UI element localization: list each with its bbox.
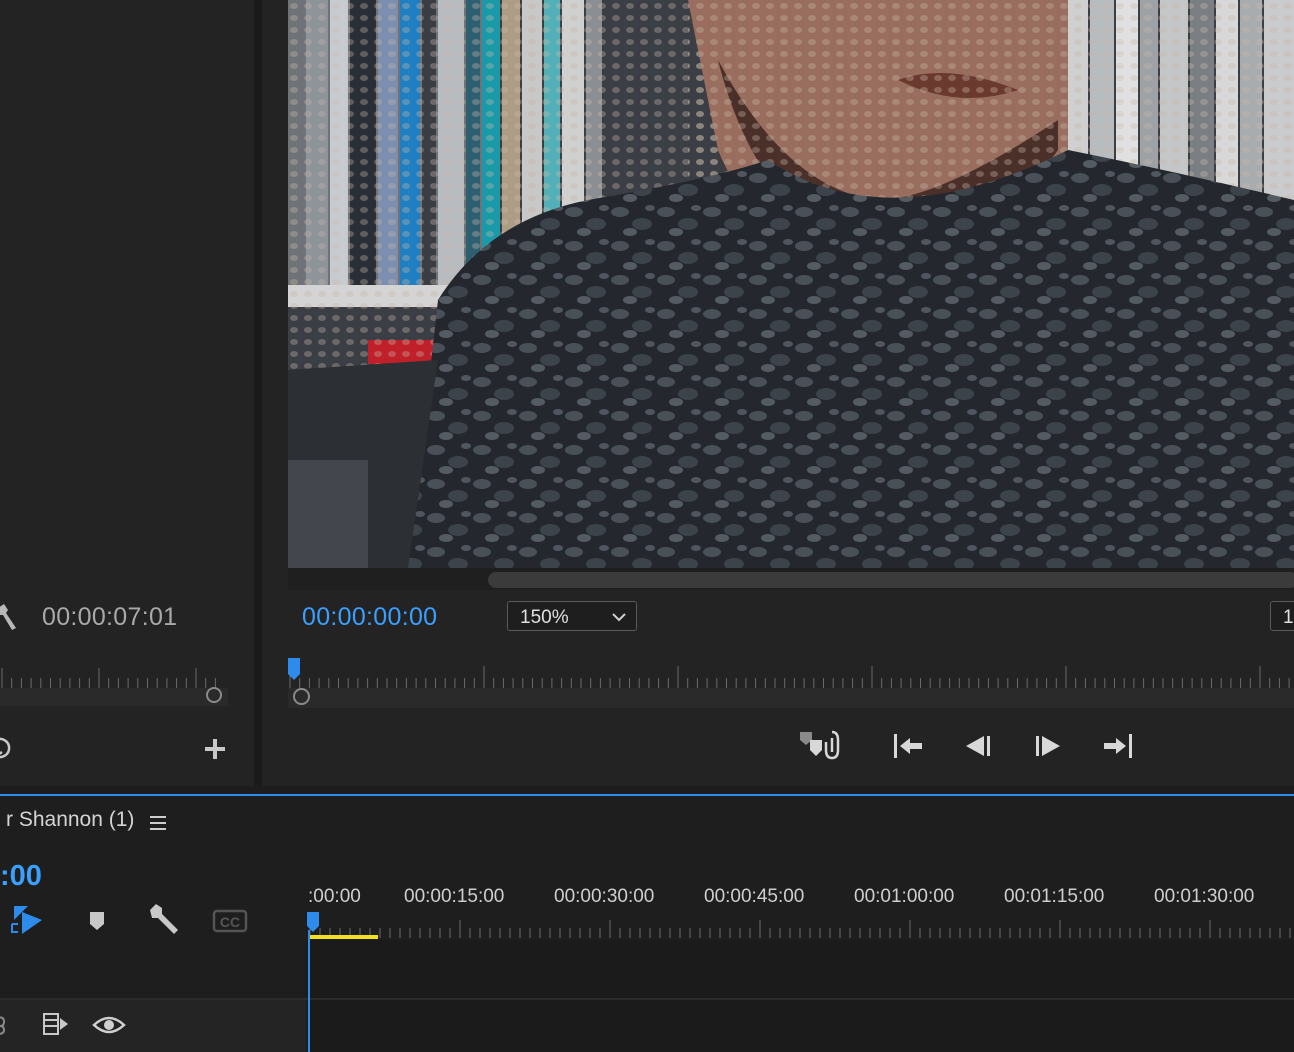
hamburger-menu-icon[interactable] bbox=[148, 813, 168, 833]
program-horizontal-scroll-thumb[interactable] bbox=[488, 572, 1294, 588]
sync-lock-icon[interactable] bbox=[40, 1010, 70, 1038]
go-to-in-button[interactable] bbox=[888, 728, 928, 764]
timeline-time-ruler[interactable] bbox=[308, 916, 1294, 938]
eye-icon[interactable] bbox=[92, 1012, 126, 1038]
go-to-out-button[interactable] bbox=[1098, 728, 1138, 764]
panel-divider[interactable] bbox=[254, 0, 262, 786]
track-lane[interactable] bbox=[310, 1000, 1294, 1052]
track-lock-icon[interactable] bbox=[0, 1014, 10, 1036]
source-timecode[interactable]: 00:00:07:01 bbox=[42, 603, 177, 632]
snap-icon[interactable] bbox=[8, 902, 44, 938]
zoom-level-dropdown[interactable]: 150% bbox=[507, 601, 637, 631]
video-track-header[interactable] bbox=[0, 940, 306, 998]
program-zoom-scrollbar[interactable] bbox=[288, 688, 1294, 708]
ruler-label: 00:01:00:00 bbox=[854, 886, 955, 907]
program-playhead-timecode[interactable]: 00:00:00:00 bbox=[302, 603, 437, 632]
captions-icon[interactable]: CC bbox=[212, 902, 248, 938]
add-button-plus-icon[interactable] bbox=[200, 734, 230, 764]
ruler-label: 00:01:15:00 bbox=[1004, 886, 1105, 907]
program-time-ruler[interactable] bbox=[288, 658, 1294, 688]
ruler-label: :00:00 bbox=[308, 886, 361, 907]
ruler-label: 00:01:30:00 bbox=[1154, 886, 1255, 907]
step-forward-button[interactable] bbox=[1028, 728, 1068, 764]
timeline-playhead-line[interactable] bbox=[308, 930, 310, 1052]
source-scroll-end-handle[interactable] bbox=[206, 687, 222, 703]
program-scroll-start-handle[interactable] bbox=[293, 688, 310, 705]
chevron-down-icon bbox=[612, 613, 626, 622]
source-settings-wrench-icon[interactable] bbox=[0, 602, 20, 632]
source-time-ruler[interactable] bbox=[0, 660, 222, 688]
svg-text:CC: CC bbox=[220, 914, 240, 930]
resolution-value: 1 bbox=[1283, 607, 1294, 628]
timeline-ruler-labels: :00:00 00:00:15:00 00:00:30:00 00:00:45:… bbox=[308, 886, 1294, 910]
add-marker-icon[interactable] bbox=[82, 902, 118, 938]
ruler-label: 00:00:30:00 bbox=[554, 886, 655, 907]
timeline-playhead-timecode[interactable]: :00 bbox=[0, 860, 42, 893]
ruler-label: 00:00:15:00 bbox=[404, 886, 505, 907]
zoom-level-value: 150% bbox=[520, 607, 569, 628]
resolution-dropdown[interactable]: 1 bbox=[1270, 601, 1294, 631]
loop-icon[interactable] bbox=[0, 734, 14, 762]
program-playhead-marker[interactable] bbox=[288, 658, 300, 684]
source-zoom-scrollbar[interactable] bbox=[0, 688, 228, 706]
timeline-settings-wrench-icon[interactable] bbox=[146, 902, 182, 938]
marker-link-button[interactable] bbox=[798, 728, 840, 764]
step-back-button[interactable] bbox=[958, 728, 998, 764]
ruler-label: 00:00:45:00 bbox=[704, 886, 805, 907]
active-panel-highlight bbox=[0, 794, 1294, 796]
program-video-frame[interactable] bbox=[288, 0, 1294, 568]
sequence-tab-title[interactable]: r Shannon (1) bbox=[6, 808, 134, 832]
